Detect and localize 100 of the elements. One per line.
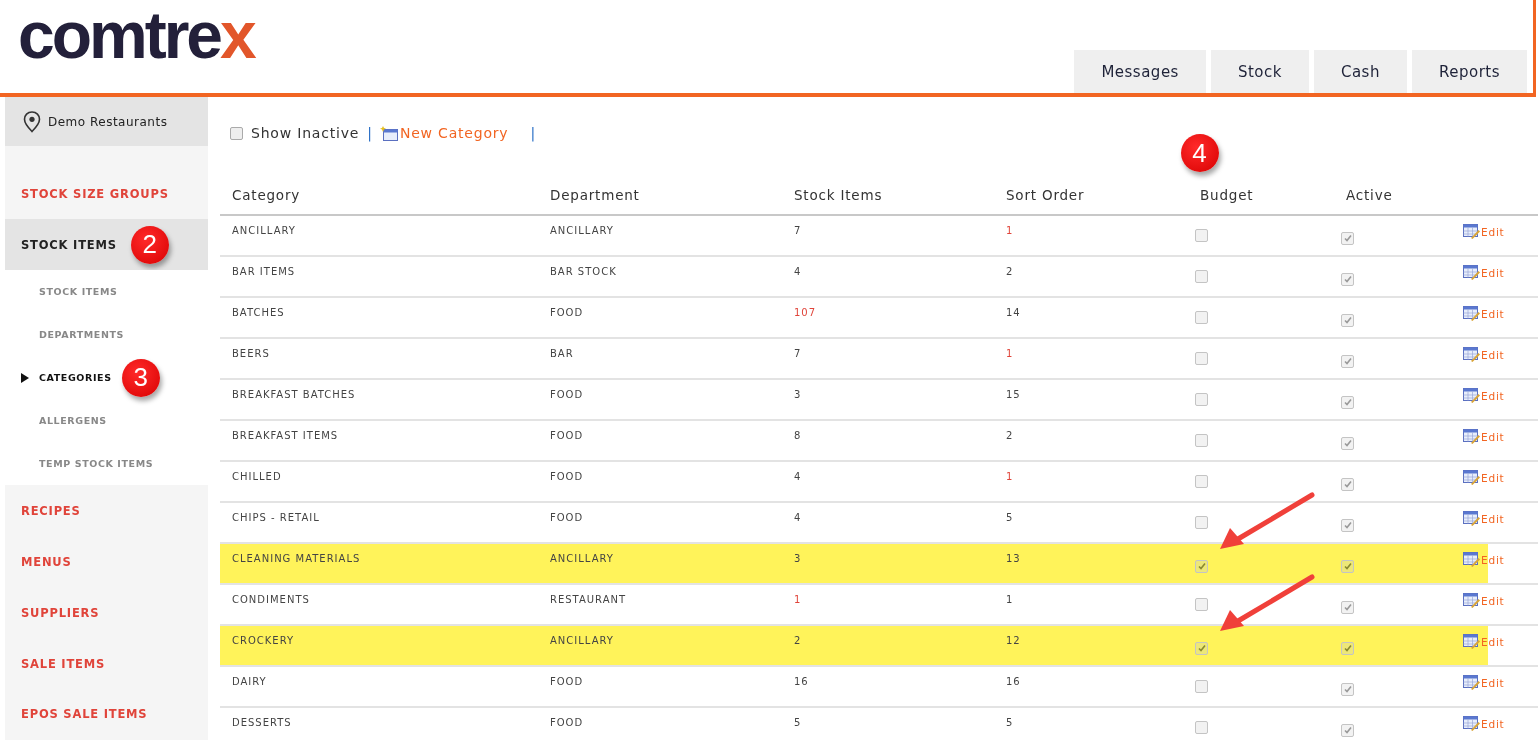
table-cell-text: 5: [1005, 511, 1015, 523]
active-checkbox[interactable]: [1341, 641, 1354, 655]
column-header: Active: [1345, 187, 1394, 205]
active-checkbox[interactable]: [1341, 436, 1354, 450]
location-selector[interactable]: Demo Restaurants: [5, 97, 208, 147]
sidebar-subitem[interactable]: DEPARTMENTS: [39, 329, 124, 341]
budget-checkbox[interactable]: [1195, 475, 1208, 488]
column-header: Department: [549, 187, 641, 205]
edit-link[interactable]: Edit: [1460, 667, 1505, 690]
check-icon: [1343, 521, 1352, 529]
sidebar-item[interactable]: RECIPES: [5, 485, 208, 537]
table-cell-text: DESSERTS: [231, 716, 293, 728]
table-link[interactable]: 1: [994, 462, 1188, 482]
edit-link[interactable]: Edit: [1460, 380, 1505, 403]
separator: |: [367, 125, 372, 141]
table-cell-text: FOOD: [549, 429, 585, 441]
table-cell-text: 12: [1005, 634, 1022, 646]
edit-link[interactable]: Edit: [1460, 257, 1505, 280]
table-cell-text: 8: [793, 429, 803, 441]
table-link[interactable]: 1: [994, 339, 1188, 359]
active-checkbox[interactable]: [1341, 231, 1354, 245]
budget-checkbox[interactable]: [1195, 393, 1208, 406]
budget-checkbox[interactable]: [1195, 641, 1208, 655]
check-icon: [1343, 316, 1352, 324]
budget-checkbox[interactable]: [1195, 229, 1208, 242]
table-cell-text: 2: [793, 634, 803, 646]
budget-checkbox[interactable]: [1195, 721, 1208, 734]
nav-tab[interactable]: Cash: [1313, 50, 1407, 93]
sidebar-item[interactable]: SUPPLIERS: [5, 587, 208, 638]
active-checkbox[interactable]: [1341, 272, 1354, 286]
table-link[interactable]: 1: [994, 216, 1188, 236]
sidebar-subitem[interactable]: STOCK ITEMS: [39, 286, 118, 298]
nav-tab[interactable]: Reports: [1411, 50, 1527, 93]
step-number-badge: 4: [1181, 134, 1219, 172]
edit-link[interactable]: Edit: [1460, 503, 1505, 526]
column-header: Stock Items: [793, 187, 884, 205]
budget-checkbox[interactable]: [1195, 598, 1208, 611]
budget-checkbox[interactable]: [1195, 559, 1208, 573]
edit-icon: [1463, 388, 1480, 403]
sidebar-subitem[interactable]: ALLERGENS: [39, 415, 107, 427]
budget-checkbox[interactable]: [1195, 352, 1208, 365]
edit-link[interactable]: Edit: [1460, 421, 1505, 444]
edit-link[interactable]: Edit: [1460, 339, 1505, 362]
edit-link[interactable]: Edit: [1460, 708, 1505, 731]
edit-link[interactable]: Edit: [1460, 585, 1505, 608]
table-cell-text: 16: [1005, 675, 1022, 687]
table-cell-text: BEERS: [231, 347, 271, 359]
table-cell-text: FOOD: [549, 388, 585, 400]
table-link[interactable]: 1: [782, 585, 994, 605]
table-cell-text: 7: [793, 224, 803, 236]
table-cell-text: ANCILLARY: [549, 634, 615, 646]
active-checkbox[interactable]: [1341, 518, 1354, 532]
column-header: Sort Order: [1005, 187, 1086, 205]
table-cell-text: BAR: [549, 347, 575, 359]
active-checkbox[interactable]: [1341, 477, 1354, 491]
check-icon: [1197, 562, 1206, 570]
edit-link[interactable]: Edit: [1460, 298, 1505, 321]
sidebar-subitem[interactable]: TEMP STOCK ITEMS: [39, 458, 154, 470]
active-checkbox[interactable]: [1341, 682, 1354, 696]
table-cell-text: BAR ITEMS: [231, 265, 297, 277]
active-checkbox[interactable]: [1341, 559, 1354, 573]
budget-checkbox[interactable]: [1195, 680, 1208, 693]
check-icon: [1343, 439, 1352, 447]
table-cell-text: BATCHES: [231, 306, 286, 318]
active-checkbox[interactable]: [1341, 395, 1354, 409]
sidebar-item[interactable]: SALE ITEMS: [5, 638, 208, 689]
table-cell-text: ANCILLARY: [231, 224, 297, 236]
active-checkbox[interactable]: [1341, 354, 1354, 368]
budget-checkbox[interactable]: [1195, 311, 1208, 324]
edit-icon: [1463, 634, 1480, 649]
check-icon: [1343, 644, 1352, 652]
check-icon: [1343, 234, 1352, 242]
active-checkbox[interactable]: [1341, 723, 1354, 737]
budget-checkbox[interactable]: [1195, 434, 1208, 447]
table-cell-text: BREAKFAST BATCHES: [231, 388, 357, 400]
table-cell-text: 5: [793, 716, 803, 728]
table-cell-text: 2: [1005, 265, 1015, 277]
check-icon: [1343, 685, 1352, 693]
active-checkbox[interactable]: [1341, 313, 1354, 327]
table-cell-text: 4: [793, 265, 803, 277]
sidebar-item[interactable]: MENUS: [5, 536, 208, 588]
table-link[interactable]: 107: [782, 298, 994, 318]
budget-checkbox[interactable]: [1195, 516, 1208, 529]
budget-checkbox[interactable]: [1195, 270, 1208, 283]
nav-tab[interactable]: Messages: [1074, 50, 1206, 93]
new-category-link[interactable]: New Category: [379, 125, 509, 141]
table-cell-text: RESTAURANT: [549, 593, 628, 605]
table-cell-text: BREAKFAST ITEMS: [231, 429, 340, 441]
edit-icon: [1463, 716, 1480, 731]
table-cell-text: DAIRY: [231, 675, 268, 687]
sidebar-item[interactable]: EPOS SALE ITEMS: [5, 689, 208, 740]
active-checkbox[interactable]: [1341, 600, 1354, 614]
sidebar-item[interactable]: STOCK SIZE GROUPS: [5, 168, 208, 220]
edit-link[interactable]: Edit: [1460, 462, 1505, 485]
sidebar-subitem[interactable]: CATEGORIES: [39, 372, 112, 384]
check-icon: [1343, 603, 1352, 611]
edit-link[interactable]: Edit: [1460, 216, 1505, 239]
nav-tab[interactable]: Stock: [1210, 50, 1309, 93]
sidebar-item-active[interactable]: STOCK ITEMS 2: [5, 219, 208, 271]
table-cell-text: 4: [793, 470, 803, 482]
